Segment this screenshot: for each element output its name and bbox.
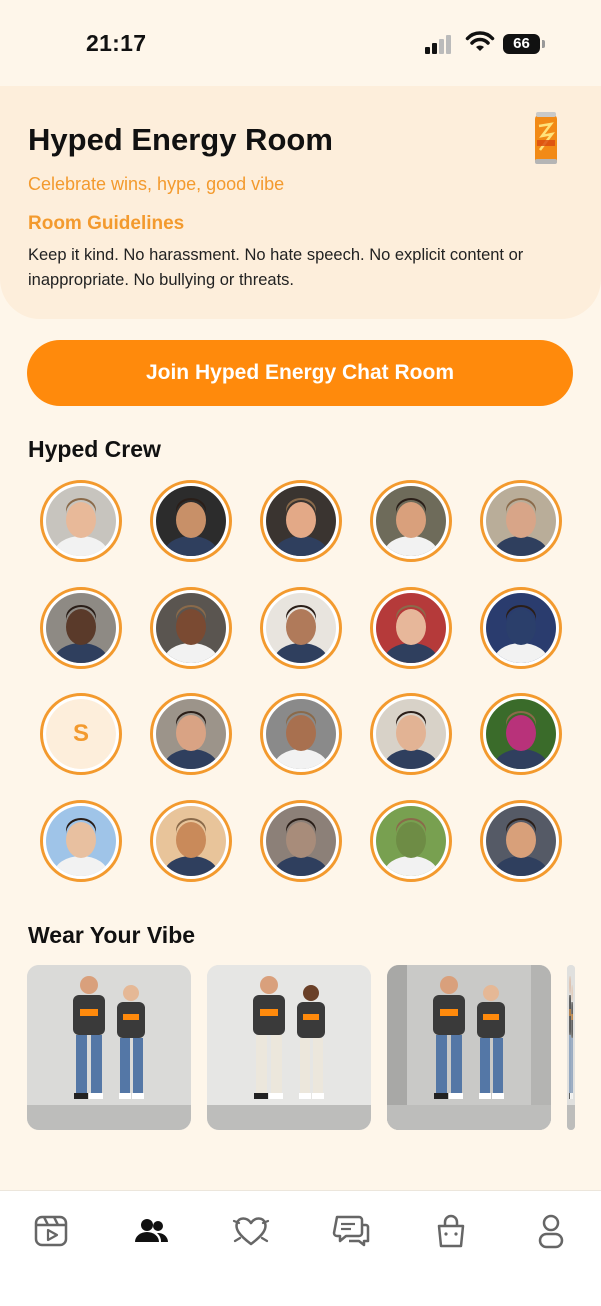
room-title: Hyped Energy Room	[28, 122, 333, 157]
crew-avatar[interactable]	[480, 587, 562, 669]
crew-avatar[interactable]	[480, 693, 562, 775]
avatar-photo	[156, 593, 226, 663]
crew-avatar[interactable]	[150, 587, 232, 669]
avatar-initial: S	[46, 699, 116, 769]
crew-avatar[interactable]	[260, 587, 342, 669]
merch-card[interactable]	[27, 965, 191, 1130]
nav-chat-button[interactable]	[331, 1211, 371, 1251]
room-subtitle: Celebrate wins, hype, good vibe	[28, 174, 285, 194]
nav-video-button[interactable]	[31, 1211, 71, 1251]
avatar-photo	[376, 593, 446, 663]
guidelines-text: Keep it kind. No harassment. No hate spe…	[28, 246, 524, 289]
merch-photo	[207, 965, 371, 1130]
crew-avatar[interactable]	[480, 480, 562, 562]
avatar-photo	[266, 806, 336, 876]
status-bar: 21:17 66	[0, 0, 601, 86]
shopping-bag-icon	[437, 1214, 465, 1248]
avatar-photo	[46, 486, 116, 556]
avatar-photo	[486, 699, 556, 769]
heart-icon	[232, 1217, 270, 1246]
join-chat-room-button[interactable]: Join Hyped Energy Chat Room	[27, 340, 573, 406]
crew-avatar[interactable]	[40, 587, 122, 669]
crew-section-title: Hyped Crew	[28, 436, 161, 462]
avatar-photo	[46, 806, 116, 876]
crew-avatar[interactable]	[150, 693, 232, 775]
avatar-photo	[266, 486, 336, 556]
crew-avatar[interactable]	[370, 480, 452, 562]
crew-avatar[interactable]	[150, 800, 232, 882]
nav-heart-button[interactable]	[231, 1211, 271, 1251]
merch-section-title: Wear Your Vibe	[28, 922, 196, 948]
merch-carousel[interactable]	[27, 965, 601, 1130]
merch-photo	[27, 965, 191, 1130]
chat-icon	[332, 1215, 370, 1247]
nav-people-button[interactable]	[131, 1211, 171, 1251]
merch-photo	[387, 965, 551, 1130]
room-header: Hyped Energy Room Celebrate wins, hype, …	[0, 86, 601, 319]
avatar-photo	[46, 593, 116, 663]
merch-card[interactable]	[567, 965, 575, 1130]
avatar-photo	[376, 806, 446, 876]
bottom-navigation	[0, 1190, 601, 1306]
avatar-photo	[486, 593, 556, 663]
battery-icon: 66	[503, 34, 545, 54]
avatar-photo	[266, 593, 336, 663]
status-time: 21:17	[86, 30, 147, 56]
nav-profile-button[interactable]	[531, 1211, 571, 1251]
crew-avatar[interactable]	[370, 587, 452, 669]
crew-avatar[interactable]	[480, 800, 562, 882]
crew-avatar[interactable]	[370, 693, 452, 775]
merch-photo	[567, 965, 575, 1130]
avatar-photo	[156, 699, 226, 769]
cellular-signal-icon	[425, 34, 457, 54]
wifi-icon	[465, 31, 495, 53]
avatar-photo	[266, 699, 336, 769]
profile-icon	[538, 1214, 564, 1249]
people-icon	[135, 1219, 169, 1242]
nav-shopping-bag-button[interactable]	[431, 1211, 471, 1251]
energy-drink-can-icon	[533, 112, 559, 166]
crew-avatar[interactable]	[370, 800, 452, 882]
crew-avatar[interactable]	[150, 480, 232, 562]
crew-avatar[interactable]	[260, 800, 342, 882]
crew-avatar[interactable]	[40, 800, 122, 882]
avatar-photo	[156, 806, 226, 876]
merch-card[interactable]	[387, 965, 551, 1130]
guidelines-title: Room Guidelines	[28, 213, 185, 234]
crew-grid: S	[40, 480, 562, 882]
avatar-photo	[156, 486, 226, 556]
avatar-photo	[486, 486, 556, 556]
avatar-photo	[376, 699, 446, 769]
crew-avatar[interactable]	[260, 480, 342, 562]
merch-card[interactable]	[207, 965, 371, 1130]
battery-level: 66	[503, 34, 540, 54]
crew-avatar[interactable]	[40, 480, 122, 562]
avatar-photo	[376, 486, 446, 556]
video-icon	[34, 1215, 68, 1247]
avatar-photo	[486, 806, 556, 876]
crew-avatar[interactable]	[260, 693, 342, 775]
crew-avatar[interactable]: S	[40, 693, 122, 775]
